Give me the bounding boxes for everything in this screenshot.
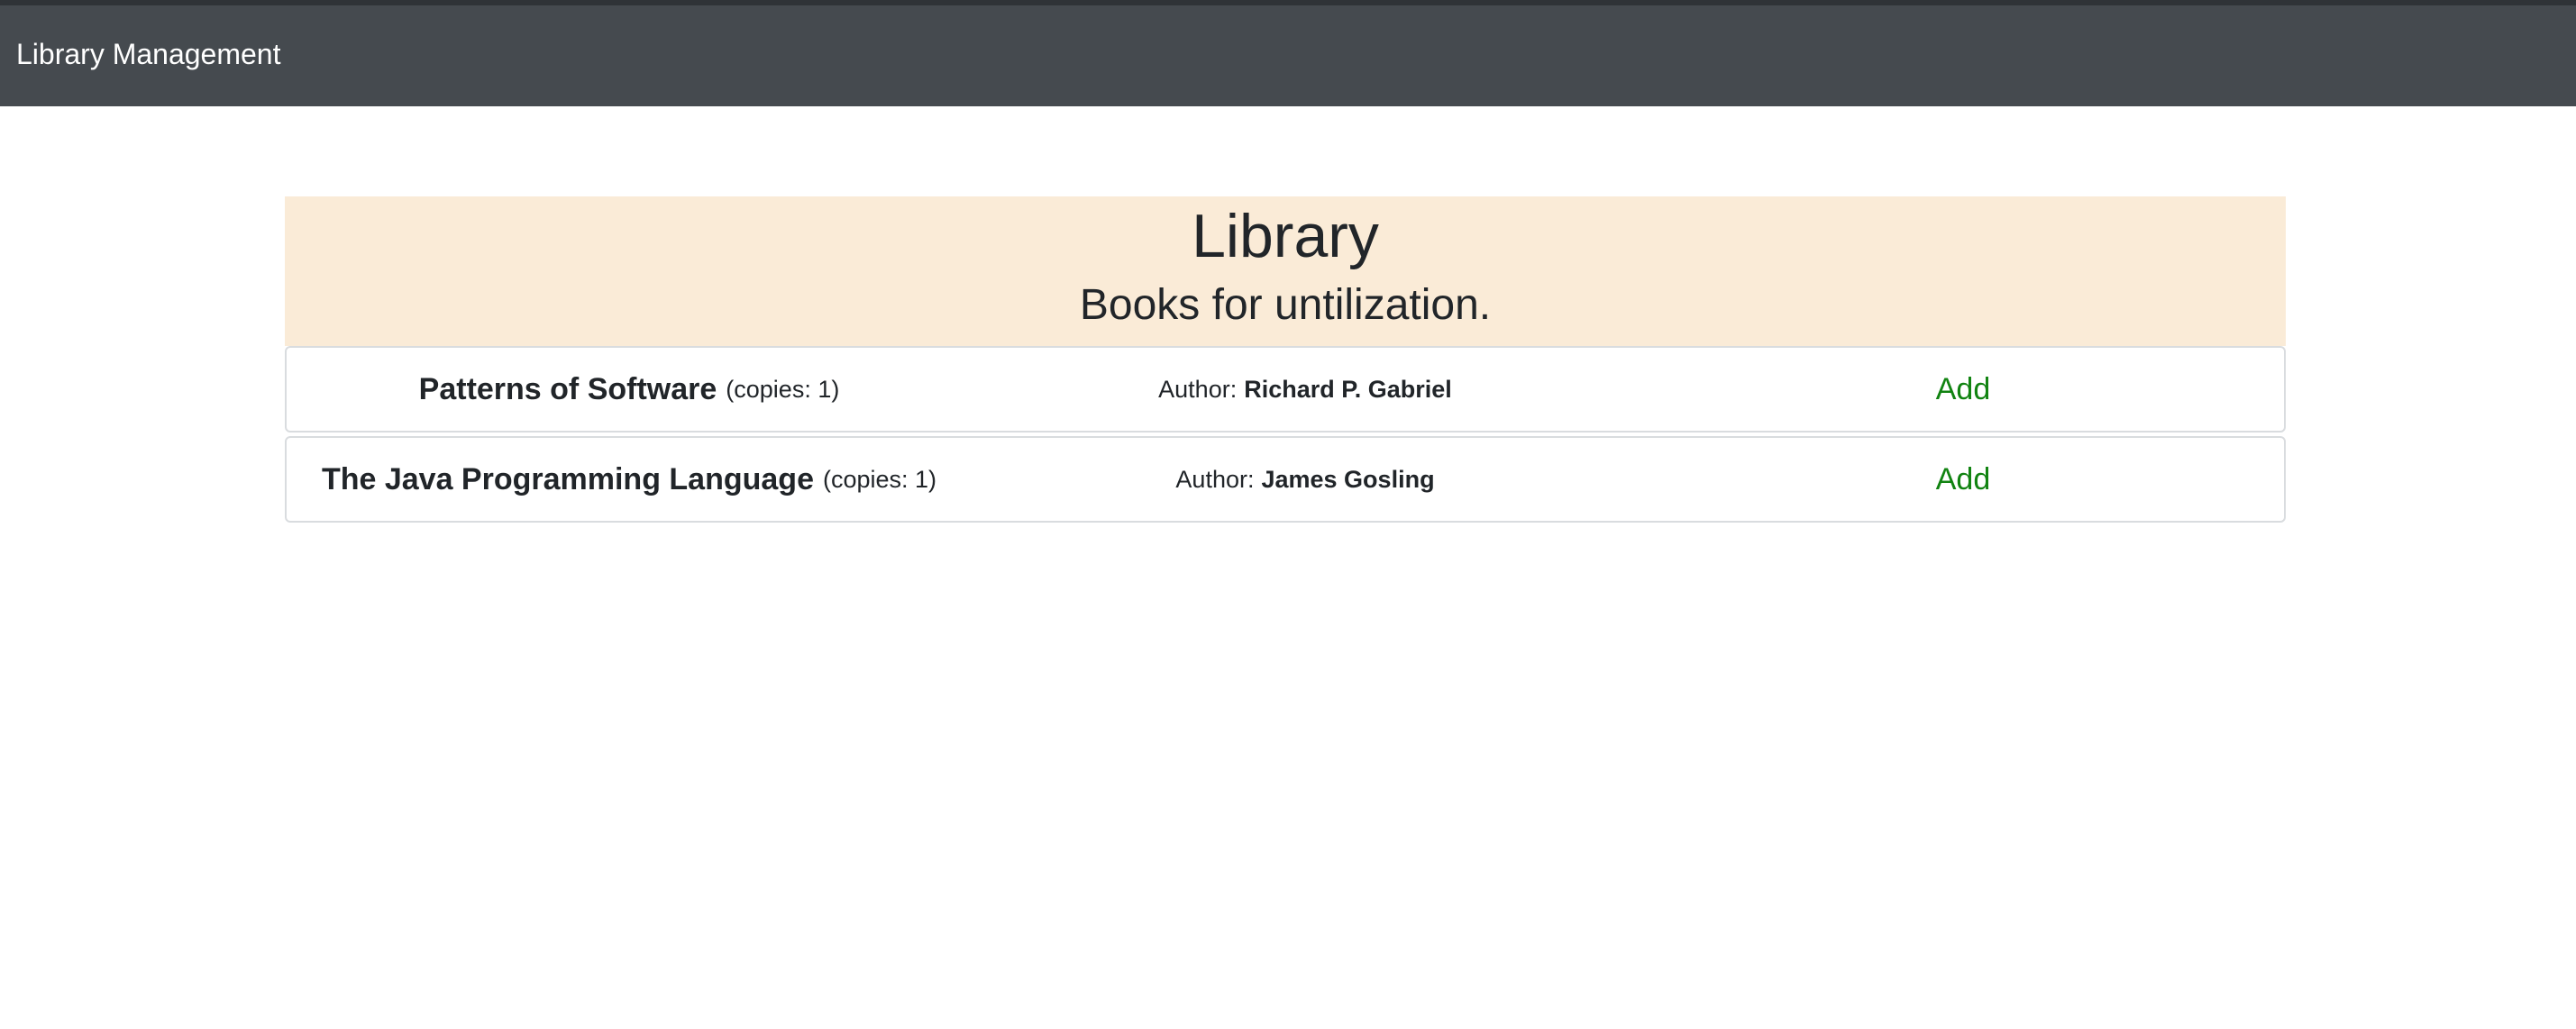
navbar: Library Management bbox=[0, 0, 2576, 106]
book-copies: (copies: 1) bbox=[822, 465, 937, 493]
book-title-cell: The Java Programming Language (copies: 1… bbox=[287, 438, 972, 521]
book-title-cell: Patterns of Software (copies: 1) bbox=[287, 348, 972, 431]
book-title: The Java Programming Language bbox=[321, 461, 814, 496]
author-label: Author: bbox=[1158, 375, 1238, 403]
author-label: Author: bbox=[1175, 465, 1255, 493]
library-header: Library Books for untilization. bbox=[285, 196, 2286, 346]
book-copies: (copies: 1) bbox=[726, 375, 840, 403]
book-action-cell: Add bbox=[1639, 438, 2288, 521]
navbar-brand[interactable]: Library Management bbox=[16, 38, 280, 71]
page-subtitle: Books for untilization. bbox=[1079, 281, 1492, 329]
add-book-button[interactable]: Add bbox=[1936, 462, 1991, 497]
book-title: Patterns of Software bbox=[418, 371, 717, 406]
add-book-button[interactable]: Add bbox=[1936, 372, 1991, 407]
book-author-cell: Author: Richard P. Gabriel bbox=[972, 348, 1639, 431]
book-author: James Gosling bbox=[1261, 465, 1435, 493]
book-author-cell: Author: James Gosling bbox=[972, 438, 1639, 521]
book-row: Patterns of Software (copies: 1) Author:… bbox=[285, 346, 2286, 433]
library-panel: Library Books for untilization. Patterns… bbox=[285, 196, 2286, 526]
book-author: Richard P. Gabriel bbox=[1244, 375, 1452, 403]
page-title: Library bbox=[1192, 202, 1379, 270]
book-action-cell: Add bbox=[1639, 348, 2288, 431]
book-row: The Java Programming Language (copies: 1… bbox=[285, 436, 2286, 523]
